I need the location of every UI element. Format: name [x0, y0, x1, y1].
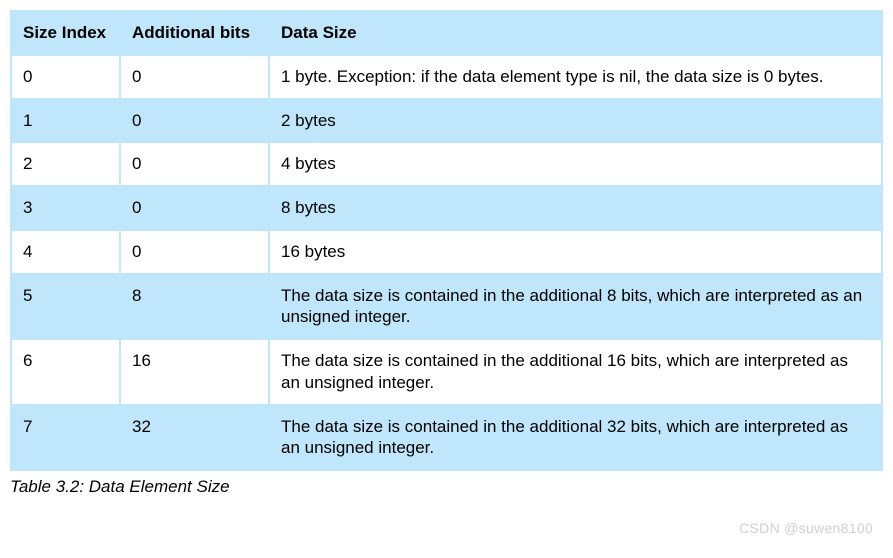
watermark-text: CSDN @suwen8100 [739, 520, 873, 536]
table-row: 1 0 2 bytes [11, 99, 882, 143]
cell-data-size: 2 bytes [269, 99, 882, 143]
header-data-size: Data Size [269, 11, 882, 55]
cell-additional-bits: 32 [120, 405, 269, 471]
cell-data-size: The data size is contained in the additi… [269, 405, 882, 471]
cell-additional-bits: 8 [120, 274, 269, 340]
cell-data-size: 8 bytes [269, 186, 882, 230]
cell-size-index: 4 [11, 230, 120, 274]
table-row: 6 16 The data size is contained in the a… [11, 339, 882, 405]
cell-size-index: 2 [11, 142, 120, 186]
cell-size-index: 7 [11, 405, 120, 471]
table-row: 4 0 16 bytes [11, 230, 882, 274]
table-row: 3 0 8 bytes [11, 186, 882, 230]
cell-size-index: 6 [11, 339, 120, 405]
cell-additional-bits: 0 [120, 142, 269, 186]
data-element-size-table: Size Index Additional bits Data Size 0 0… [10, 10, 883, 471]
table-row: 0 0 1 byte. Exception: if the data eleme… [11, 55, 882, 99]
cell-additional-bits: 16 [120, 339, 269, 405]
cell-additional-bits: 0 [120, 55, 269, 99]
cell-size-index: 0 [11, 55, 120, 99]
table-row: 5 8 The data size is contained in the ad… [11, 274, 882, 340]
cell-additional-bits: 0 [120, 99, 269, 143]
table-header-row: Size Index Additional bits Data Size [11, 11, 882, 55]
header-additional-bits: Additional bits [120, 11, 269, 55]
table-row: 2 0 4 bytes [11, 142, 882, 186]
table-row: 7 32 The data size is contained in the a… [11, 405, 882, 471]
cell-data-size: The data size is contained in the additi… [269, 339, 882, 405]
cell-additional-bits: 0 [120, 230, 269, 274]
cell-data-size: 4 bytes [269, 142, 882, 186]
cell-size-index: 1 [11, 99, 120, 143]
cell-data-size: The data size is contained in the additi… [269, 274, 882, 340]
cell-additional-bits: 0 [120, 186, 269, 230]
cell-size-index: 5 [11, 274, 120, 340]
table-caption: Table 3.2: Data Element Size [10, 477, 883, 497]
header-size-index: Size Index [11, 11, 120, 55]
cell-size-index: 3 [11, 186, 120, 230]
cell-data-size: 16 bytes [269, 230, 882, 274]
cell-data-size: 1 byte. Exception: if the data element t… [269, 55, 882, 99]
